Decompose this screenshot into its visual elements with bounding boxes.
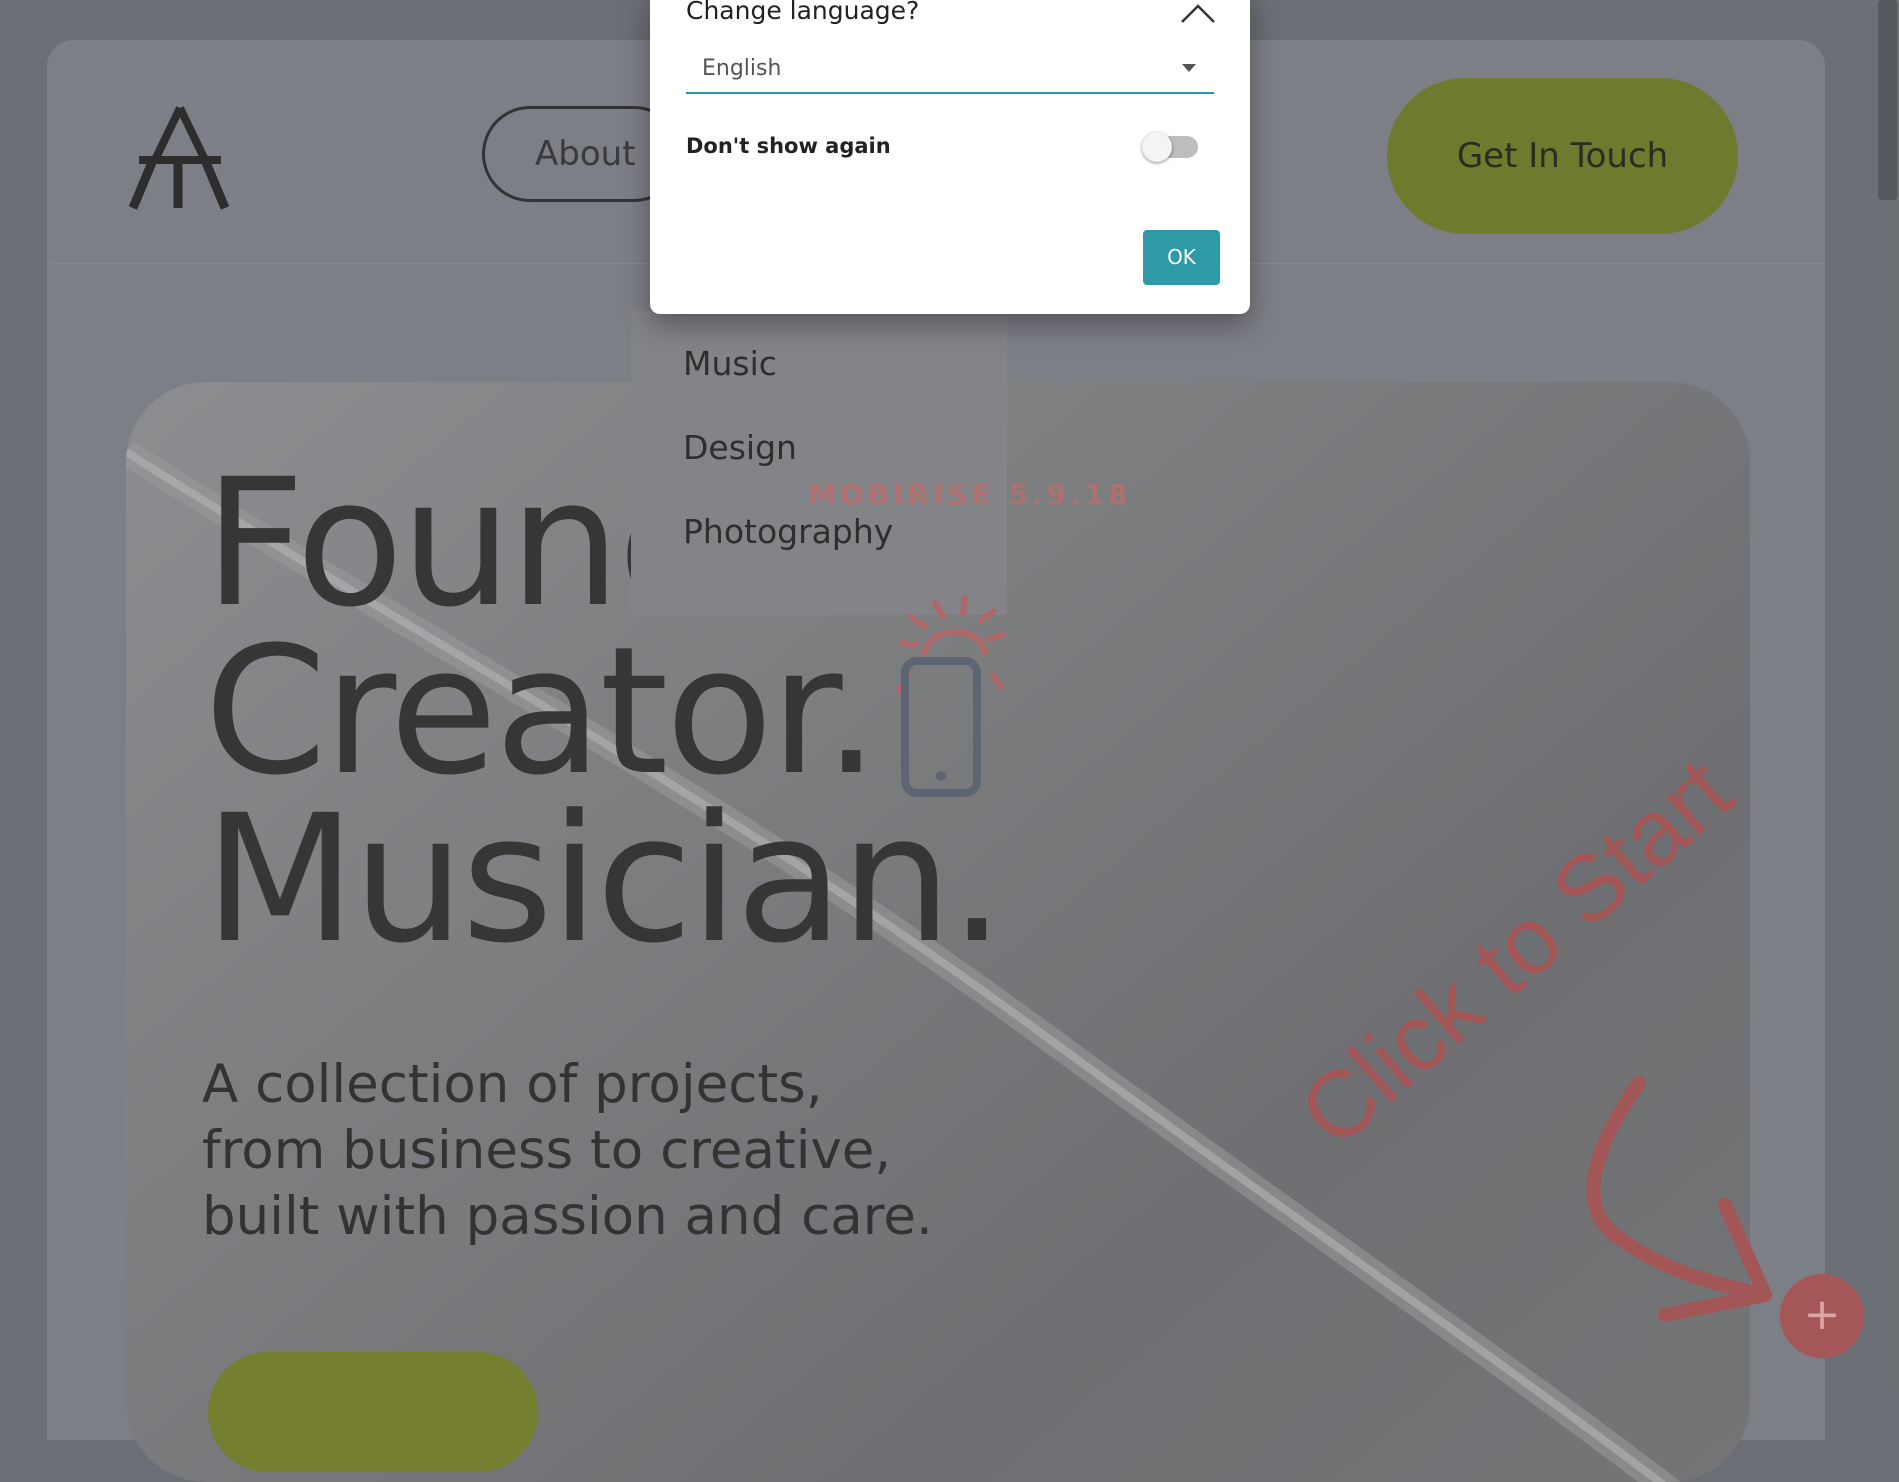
dialog-title: Change language? <box>686 0 920 25</box>
nav-dropdown-menu: Music Design Photography <box>631 310 1007 615</box>
mobirise-version-watermark: MOBIRISE 5.9.18 <box>808 478 1132 511</box>
dropdown-item-design[interactable]: Design <box>683 428 797 467</box>
curved-arrow-icon <box>1586 1076 1772 1322</box>
language-select-value: English <box>702 56 782 81</box>
get-in-touch-button[interactable]: Get In Touch <box>1387 78 1738 234</box>
add-block-button[interactable]: + <box>1780 1274 1864 1358</box>
hero-subtitle-line: A collection of projects, <box>202 1054 823 1115</box>
scrollbar-thumb[interactable] <box>1878 0 1897 200</box>
site-logo[interactable] <box>125 104 232 211</box>
toggle-knob <box>1142 132 1172 162</box>
change-language-dialog: Change language? English Don't show agai… <box>650 0 1250 314</box>
close-icon[interactable] <box>1180 2 1216 26</box>
hero-title-line: Creator. <box>204 609 879 814</box>
dont-show-again-toggle[interactable] <box>1142 132 1198 162</box>
hero-subtitle: A collection of projects, from business … <box>202 1052 933 1250</box>
ok-button[interactable]: OK <box>1143 230 1220 285</box>
dropdown-item-photography[interactable]: Photography <box>683 512 893 551</box>
hero-subtitle-line: from business to creative, <box>202 1120 892 1181</box>
hero-subtitle-line: built with passion and care. <box>202 1186 933 1247</box>
scrollbar-track[interactable] <box>1876 0 1899 1391</box>
chevron-down-icon <box>1182 64 1196 72</box>
dropdown-item-music[interactable]: Music <box>683 344 777 383</box>
phone-icon <box>896 595 1006 797</box>
language-select[interactable]: English <box>686 42 1214 94</box>
hero-cta-button[interactable] <box>208 1352 538 1472</box>
hero-title-line: Musician. <box>204 777 1005 982</box>
dont-show-again-label: Don't show again <box>686 134 891 158</box>
